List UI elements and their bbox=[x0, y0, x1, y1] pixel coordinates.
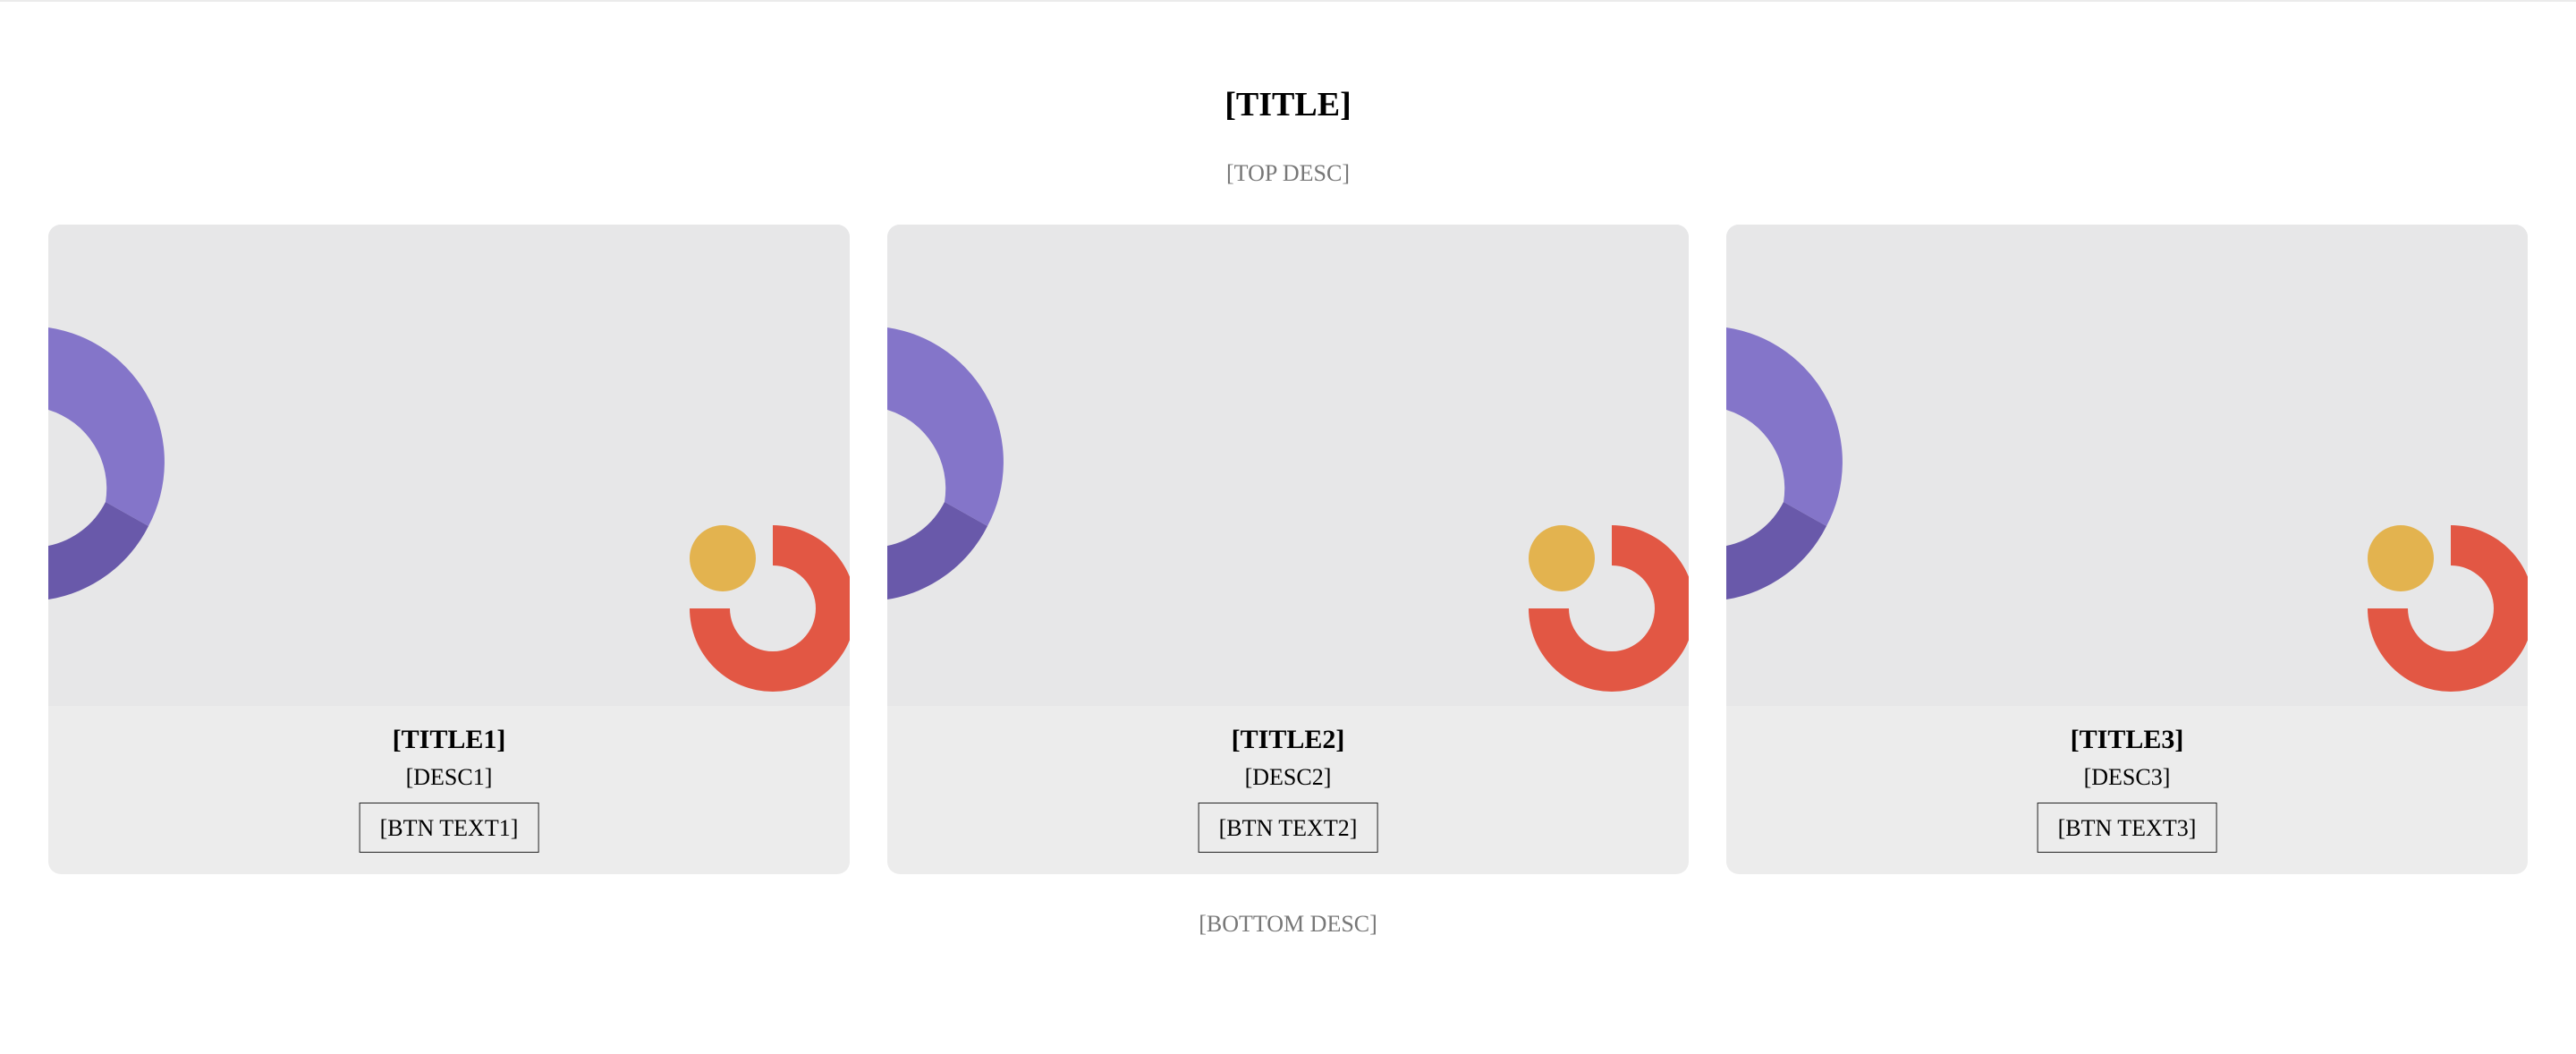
gold-circle bbox=[1529, 525, 1595, 591]
card-description: [DESC1] bbox=[405, 764, 493, 790]
card-description: [DESC3] bbox=[2083, 764, 2171, 790]
purple-ring-light bbox=[887, 327, 1004, 526]
gold-circle bbox=[2368, 525, 2434, 591]
card-3-button[interactable]: [BTN TEXT3] bbox=[2037, 803, 2217, 853]
card-1: [TITLE1] [DESC1] [BTN TEXT1] bbox=[48, 225, 850, 874]
card-title: [TITLE2] bbox=[1231, 725, 1345, 754]
abstract-shapes-illustration bbox=[887, 327, 1689, 692]
card-description: [DESC2] bbox=[1244, 764, 1332, 790]
card-title: [TITLE3] bbox=[2070, 725, 2184, 754]
purple-ring-light bbox=[48, 327, 165, 526]
card-1-button[interactable]: [BTN TEXT1] bbox=[359, 803, 539, 853]
purple-ring-light bbox=[1726, 327, 1843, 526]
bottom-description: [BOTTOM DESC] bbox=[1199, 911, 1377, 937]
top-divider bbox=[0, 0, 2576, 2]
abstract-shapes-illustration bbox=[1726, 327, 2528, 692]
card-illustration bbox=[1726, 225, 2528, 706]
page-title: [TITLE] bbox=[1224, 86, 1352, 123]
card-illustration bbox=[887, 225, 1689, 706]
card-illustration bbox=[48, 225, 850, 706]
abstract-shapes-illustration bbox=[48, 327, 850, 692]
card-title: [TITLE1] bbox=[392, 725, 506, 754]
card-3: [TITLE3] [DESC3] [BTN TEXT3] bbox=[1726, 225, 2528, 874]
card-2: [TITLE2] [DESC2] [BTN TEXT2] bbox=[887, 225, 1689, 874]
gold-circle bbox=[690, 525, 756, 591]
card-2-button[interactable]: [BTN TEXT2] bbox=[1198, 803, 1378, 853]
top-description: [TOP DESC] bbox=[1226, 160, 1350, 186]
